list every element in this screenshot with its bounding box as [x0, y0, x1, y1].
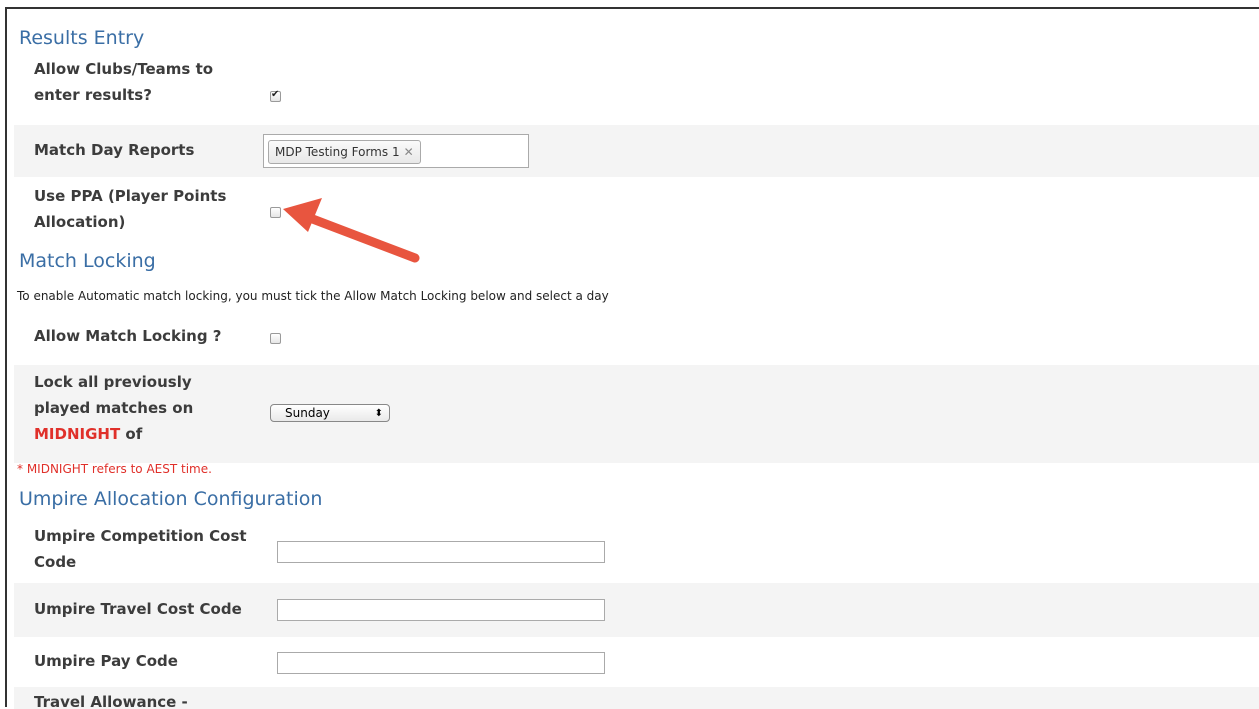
- annotation-arrow-icon: [283, 198, 420, 263]
